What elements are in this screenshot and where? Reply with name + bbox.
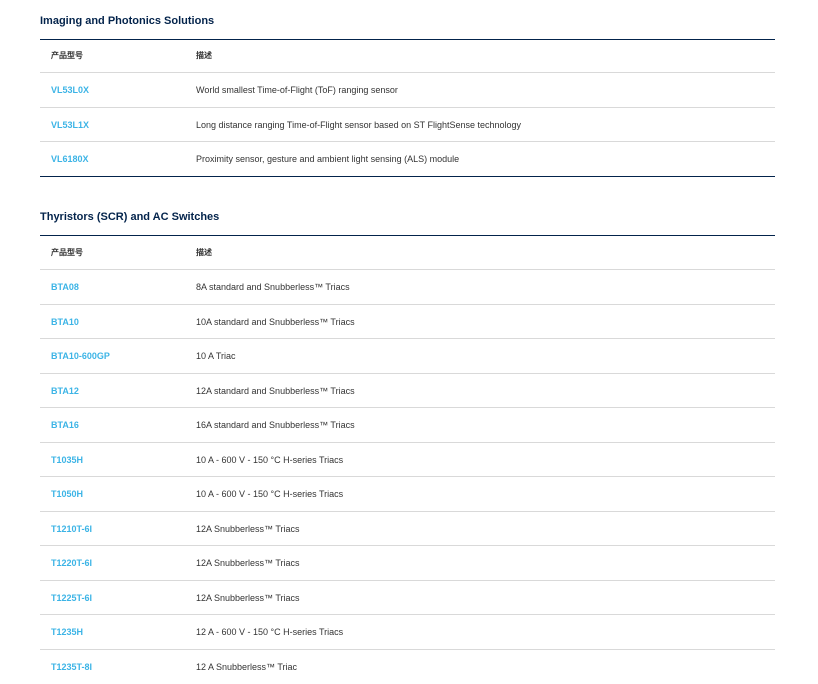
section-imaging-photonics: Imaging and Photonics Solutions 产品型号 描述 … — [40, 13, 775, 177]
part-link[interactable]: BTA08 — [51, 281, 79, 293]
part-link[interactable]: T1210T-6I — [51, 523, 92, 535]
part-link[interactable]: T1050H — [51, 488, 83, 500]
table-header-row: 产品型号 描述 — [40, 236, 775, 270]
description-cell: Long distance ranging Time-of-Flight sen… — [196, 119, 522, 130]
part-link[interactable]: T1235T-8I — [51, 661, 92, 673]
part-link[interactable]: T1035H — [51, 454, 83, 466]
part-link[interactable]: BTA10-600GP — [51, 350, 110, 362]
part-cell: T1235H — [40, 615, 186, 649]
description-cell: 10 A - 600 V - 150 °C H-series Triacs — [196, 489, 344, 499]
table-row: T1235H 12 A - 600 V - 150 °C H-series Tr… — [40, 615, 775, 650]
table-row: T1035H 10 A - 600 V - 150 °C H-series Tr… — [40, 443, 775, 477]
table-row: VL6180X Proximity sensor, gesture and am… — [40, 142, 775, 177]
table-row: BTA10-600GP 10 A Triac — [40, 339, 775, 374]
table-row: BTA12 12A standard and Snubberless™ Tria… — [40, 374, 775, 408]
column-header-part-number: 产品型号 — [40, 40, 186, 72]
description-cell: Proximity sensor, gesture and ambient li… — [196, 154, 460, 164]
description-cell: 12A Snubberless™ Triacs — [196, 558, 300, 568]
section-thyristors: Thyristors (SCR) and AC Switches 产品型号 描述… — [40, 209, 775, 684]
description-cell: 10 A - 600 V - 150 °C H-series Triacs — [196, 454, 344, 465]
part-cell: BTA12 — [40, 374, 186, 407]
part-cell: VL53L1X — [40, 108, 186, 141]
part-cell: BTA10 — [40, 305, 186, 338]
part-cell: VL6180X — [40, 142, 186, 176]
table-row: VL53L1X Long distance ranging Time-of-Fl… — [40, 108, 775, 142]
table-header-row: 产品型号 描述 — [40, 40, 775, 73]
product-table: 产品型号 描述 BTA08 8A standard and Snubberles… — [40, 235, 775, 684]
part-link[interactable]: VL53L0X — [51, 84, 89, 96]
description-cell: 10A standard and Snubberless™ Triacs — [196, 316, 355, 327]
part-cell: T1220T-6I — [40, 546, 186, 580]
table-row: VL53L0X World smallest Time-of-Flight (T… — [40, 73, 775, 108]
column-header-part-number: 产品型号 — [40, 236, 186, 269]
part-cell: T1210T-6I — [40, 512, 186, 545]
description-cell: 12A standard and Snubberless™ Triacs — [196, 385, 355, 396]
part-link[interactable]: BTA12 — [51, 385, 79, 397]
part-link[interactable]: BTA10 — [51, 316, 79, 328]
part-link[interactable]: VL6180X — [51, 153, 89, 165]
part-cell: BTA08 — [40, 270, 186, 304]
description-cell: 10 A Triac — [196, 351, 236, 361]
table-row: T1225T-6I 12A Snubberless™ Triacs — [40, 581, 775, 615]
table-row: T1220T-6I 12A Snubberless™ Triacs — [40, 546, 775, 581]
product-table: 产品型号 描述 VL53L0X World smallest Time-of-F… — [40, 39, 775, 177]
part-link[interactable]: T1220T-6I — [51, 557, 92, 569]
part-link[interactable]: T1225T-6I — [51, 592, 92, 604]
part-cell: VL53L0X — [40, 73, 186, 107]
section-title: Imaging and Photonics Solutions — [40, 15, 215, 27]
description-cell: World smallest Time-of-Flight (ToF) rang… — [196, 85, 398, 95]
part-cell: BTA16 — [40, 408, 186, 442]
part-cell: T1035H — [40, 443, 186, 476]
part-link[interactable]: BTA16 — [51, 419, 79, 431]
description-cell: 8A standard and Snubberless™ Triacs — [196, 282, 350, 292]
description-cell: 16A standard and Snubberless™ Triacs — [196, 420, 355, 430]
description-cell: 12 A Snubberless™ Triac — [196, 662, 298, 672]
part-link[interactable]: T1235H — [51, 626, 83, 638]
part-link[interactable]: VL53L1X — [51, 119, 89, 131]
part-cell: T1050H — [40, 477, 186, 511]
table-row: BTA16 16A standard and Snubberless™ Tria… — [40, 408, 775, 443]
section-title: Thyristors (SCR) and AC Switches — [40, 211, 220, 223]
column-header-description: 描述 — [196, 247, 212, 257]
table-row: T1210T-6I 12A Snubberless™ Triacs — [40, 512, 775, 546]
part-cell: BTA10-600GP — [40, 339, 186, 373]
column-header-description: 描述 — [196, 51, 212, 60]
part-cell: T1225T-6I — [40, 581, 186, 614]
table-row: BTA08 8A standard and Snubberless™ Triac… — [40, 270, 775, 305]
table-row: BTA10 10A standard and Snubberless™ Tria… — [40, 305, 775, 339]
description-cell: 12A Snubberless™ Triacs — [196, 592, 300, 603]
description-cell: 12 A - 600 V - 150 °C H-series Triacs — [196, 627, 344, 637]
description-cell: 12A Snubberless™ Triacs — [196, 523, 300, 534]
table-row: T1050H 10 A - 600 V - 150 °C H-series Tr… — [40, 477, 775, 512]
